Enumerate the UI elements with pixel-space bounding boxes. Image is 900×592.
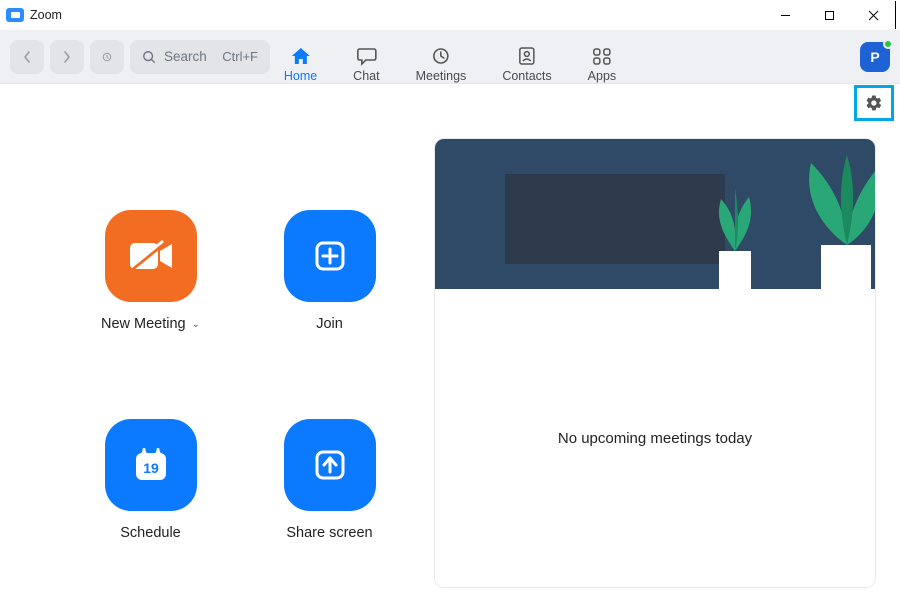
plus-icon [310,236,350,276]
minimize-button[interactable] [763,0,807,30]
main-tabs: Home Chat Meetings Contacts Apps [284,30,616,83]
avatar-initial: P [870,49,879,65]
tab-home[interactable]: Home [284,40,317,83]
settings-highlight [854,85,894,121]
avatar[interactable]: P [860,42,890,72]
zoom-app-icon [6,8,24,22]
contacts-icon [516,46,538,66]
hero-image [435,139,875,289]
close-button[interactable] [851,0,895,30]
settings-row [0,84,900,122]
settings-button[interactable] [859,90,889,116]
chevron-down-icon: ⌄ [192,319,200,330]
action-schedule: 19 Schedule [76,419,225,588]
search-placeholder: Search [164,49,207,64]
new-meeting-button[interactable] [105,210,197,302]
maximize-button[interactable] [807,0,851,30]
presence-indicator [883,39,893,49]
main-content: New Meeting ⌄ Join 19 [0,122,900,588]
action-join: Join [255,210,404,379]
new-meeting-label-row[interactable]: New Meeting ⌄ [101,316,200,332]
profile-area: P [860,42,890,72]
action-label: New Meeting [101,316,186,332]
tab-chat[interactable]: Chat [353,40,379,83]
toolbar: Search Ctrl+F Home Chat Meetings [0,30,900,84]
video-icon [127,239,175,273]
gear-icon [865,94,883,112]
app-title: Zoom [30,8,62,22]
action-share-screen: Share screen [255,419,404,588]
tab-label: Meetings [416,69,467,83]
tab-meetings[interactable]: Meetings [416,40,467,83]
schedule-button[interactable]: 19 [105,419,197,511]
plant-decoration [705,179,765,289]
share-screen-button[interactable] [284,419,376,511]
svg-text:19: 19 [143,460,159,476]
tab-label: Home [284,69,317,83]
home-icon [290,46,312,66]
action-label: Schedule [120,525,180,541]
search-field[interactable]: Search Ctrl+F [130,40,270,74]
tab-label: Chat [353,69,379,83]
nav-left: Search Ctrl+F [10,40,270,74]
nav-forward-button[interactable] [50,40,84,74]
action-label: Join [316,316,343,332]
tab-label: Apps [588,69,617,83]
action-label: Share screen [286,525,372,541]
search-icon [142,50,156,64]
apps-icon [591,46,613,66]
window-controls [763,0,898,30]
clock-area [505,174,725,264]
tab-contacts[interactable]: Contacts [502,40,551,83]
action-new-meeting: New Meeting ⌄ [76,210,225,379]
search-hotkey: Ctrl+F [222,49,258,64]
tab-label: Contacts [502,69,551,83]
nav-back-button[interactable] [10,40,44,74]
quick-actions: New Meeting ⌄ Join 19 [24,132,404,588]
join-button[interactable] [284,210,376,302]
calendar-icon: 19 [129,443,173,487]
titlebar-left: Zoom [6,8,62,22]
chat-icon [355,46,377,66]
titlebar: Zoom [0,0,900,30]
plant-decoration [781,149,875,289]
upcoming-card: No upcoming meetings today [434,138,876,588]
upcoming-body: No upcoming meetings today [435,289,875,587]
history-button[interactable] [90,40,124,74]
meetings-icon [430,46,452,66]
empty-state-text: No upcoming meetings today [558,430,752,447]
tab-apps[interactable]: Apps [588,40,617,83]
titlebar-separator [895,1,896,29]
share-icon [310,445,350,485]
